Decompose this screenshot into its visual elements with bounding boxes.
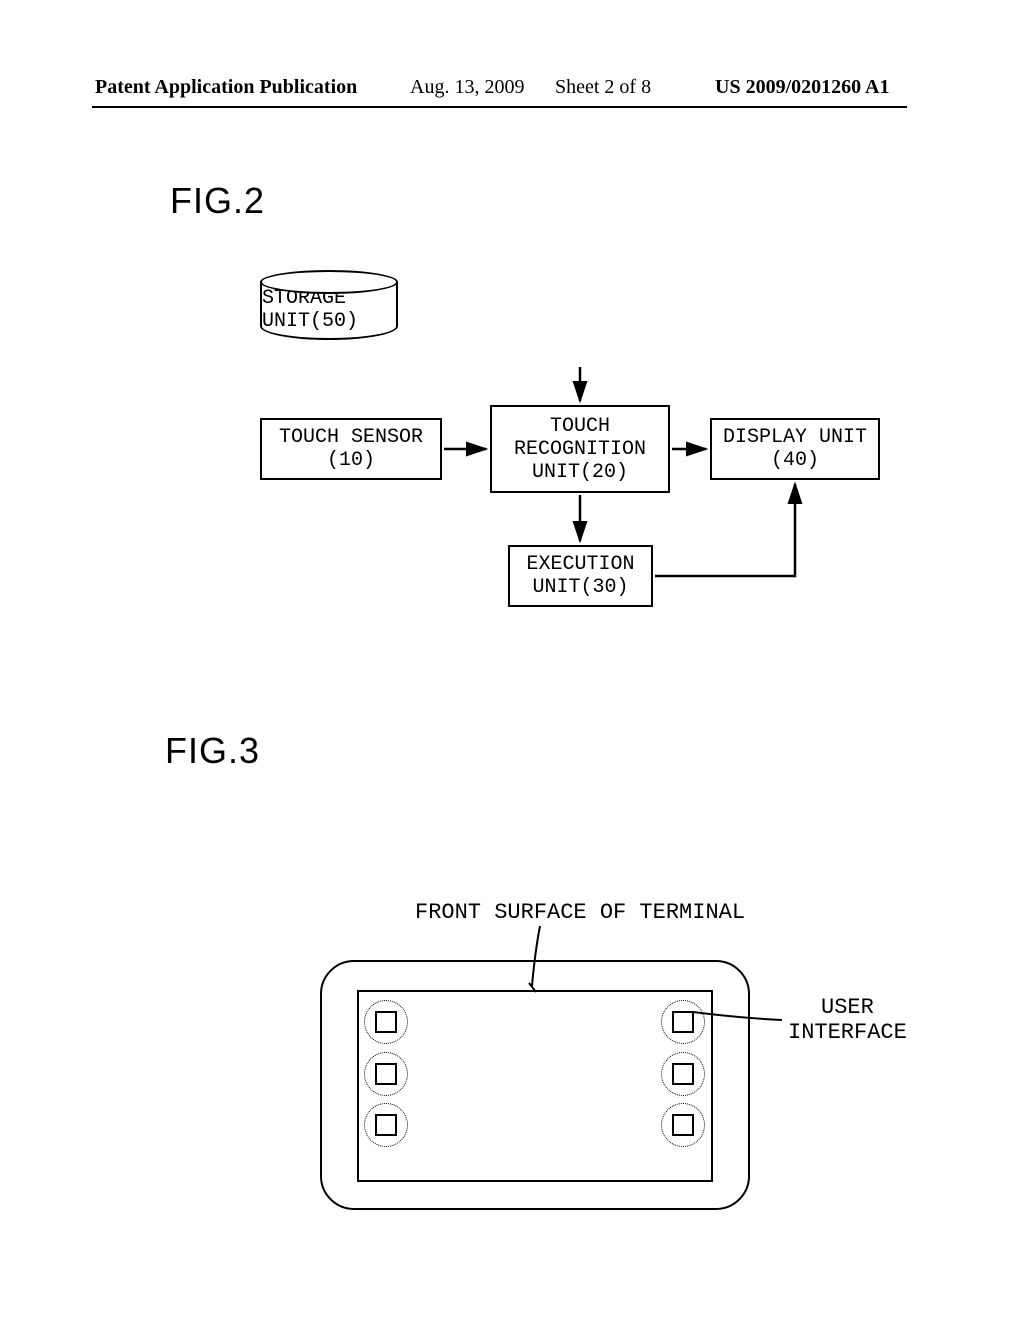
figure-2-diagram: STORAGE UNIT(50) TOUCH SENSOR (10) TOUCH… bbox=[260, 270, 880, 640]
figure-2-arrows bbox=[260, 270, 880, 640]
sheet-number: Sheet 2 of 8 bbox=[555, 76, 651, 99]
figure-3-label: FIG.3 bbox=[165, 730, 260, 772]
figure-2-label: FIG.2 bbox=[170, 180, 265, 222]
publication-date: Aug. 13, 2009 bbox=[410, 76, 524, 99]
figure-3-callouts bbox=[280, 900, 920, 1250]
publication-type: Patent Application Publication bbox=[95, 76, 357, 99]
publication-number: US 2009/0201260 A1 bbox=[715, 76, 889, 99]
header-rule bbox=[92, 106, 907, 108]
figure-3-diagram: FRONT SURFACE OF TERMINAL USER INTERFACE bbox=[280, 900, 920, 1250]
